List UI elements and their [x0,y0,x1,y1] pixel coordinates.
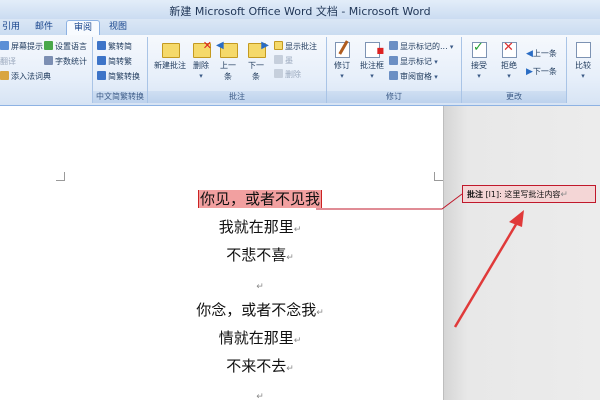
comment-balloon[interactable]: 批注 [l1]: 这里写批注内容↵ [462,185,596,203]
annotation-arrow-icon [453,220,520,328]
comment-connector-line [316,193,463,210]
annotation-arrowhead [509,210,524,227]
paragraph-mark-icon: ↵ [560,190,568,200]
comment-text[interactable]: 这里写批注内容 [504,190,560,199]
